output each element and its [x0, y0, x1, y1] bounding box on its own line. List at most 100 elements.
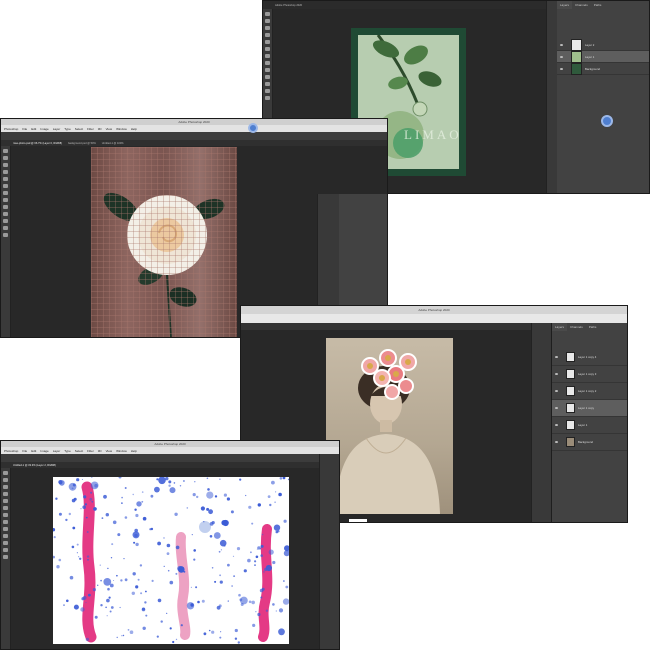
menu-bar[interactable]: Photoshop File Edit Image Layer Type Sel… — [1, 125, 387, 132]
tab-channels[interactable]: Channels — [567, 323, 586, 331]
eyedropper-tool-icon[interactable] — [3, 177, 8, 181]
collapsed-panel-strip[interactable] — [546, 1, 557, 193]
menu-3d[interactable]: 3D — [98, 127, 102, 131]
menu-edit[interactable]: Edit — [31, 127, 36, 131]
right-panels[interactable]: Layers Channels Paths Layer 2 Layer 1 Ba… — [556, 1, 649, 193]
menu-filter[interactable]: Filter — [87, 449, 94, 453]
tools-panel[interactable] — [1, 468, 11, 649]
document-canvas[interactable] — [326, 338, 453, 514]
menu-edit[interactable]: Edit — [31, 449, 36, 453]
menu-type[interactable]: Type — [64, 449, 71, 453]
layer-row[interactable]: Layer 1 copy 3 — [552, 366, 627, 383]
layer-row[interactable]: Layer 1 copy — [552, 400, 627, 417]
document-tab[interactable]: background.psd @ 50% — [68, 142, 96, 145]
document-tab[interactable]: Untitled-1 @ 100% — [102, 142, 124, 145]
menu-layer[interactable]: Layer — [53, 449, 61, 453]
zoom-tool-icon[interactable] — [3, 233, 8, 237]
menu-bar[interactable]: Photoshop File Edit Image Layer Type Sel… — [1, 447, 339, 454]
brush-tool-icon[interactable] — [3, 506, 8, 510]
hand-tool-icon[interactable] — [3, 548, 8, 552]
menu-view[interactable]: View — [106, 449, 112, 453]
menu-image[interactable]: Image — [40, 449, 48, 453]
move-tool-icon[interactable] — [3, 471, 8, 475]
pen-tool-icon[interactable] — [3, 541, 8, 545]
crop-tool-icon[interactable] — [3, 170, 8, 174]
pen-tool-icon[interactable] — [265, 82, 270, 86]
tab-layers[interactable]: Layers — [552, 323, 568, 331]
text-tool-icon[interactable] — [3, 534, 8, 538]
layer-row[interactable]: Background — [552, 434, 627, 451]
eye-icon[interactable] — [555, 373, 558, 375]
menu-layer[interactable]: Layer — [53, 127, 61, 131]
document-tab[interactable]: Adobe Photoshop 2020 — [275, 4, 302, 7]
layer-row[interactable]: Layer 1 — [557, 50, 649, 63]
crop-tool-icon[interactable] — [3, 492, 8, 496]
document-canvas[interactable] — [53, 477, 289, 644]
pen-tool-icon[interactable] — [3, 219, 8, 223]
layer-row[interactable]: Layer 2 — [557, 38, 649, 51]
eyedropper-tool-icon[interactable] — [265, 40, 270, 44]
menu-filter[interactable]: Filter — [87, 127, 94, 131]
tools-panel[interactable] — [1, 146, 11, 337]
eye-icon[interactable] — [555, 424, 558, 426]
gradient-tool-icon[interactable] — [3, 527, 8, 531]
hand-tool-icon[interactable] — [3, 226, 8, 230]
eraser-tool-icon[interactable] — [3, 520, 8, 524]
eye-icon[interactable] — [560, 67, 563, 70]
menu-help[interactable]: Help — [131, 449, 137, 453]
collapsed-panel-strip[interactable] — [531, 323, 552, 522]
gradient-tool-icon[interactable] — [3, 205, 8, 209]
stamp-tool-icon[interactable] — [3, 513, 8, 517]
move-tool-icon[interactable] — [3, 149, 8, 153]
layer-row[interactable]: Layer 1 copy 2 — [552, 383, 627, 400]
marquee-tool-icon[interactable] — [3, 478, 8, 482]
eyedropper-tool-icon[interactable] — [3, 499, 8, 503]
eye-icon[interactable] — [555, 390, 558, 392]
menu-image[interactable]: Image — [40, 127, 48, 131]
menu-select[interactable]: Select — [75, 127, 83, 131]
marquee-tool-icon[interactable] — [265, 19, 270, 23]
menu-view[interactable]: View — [106, 127, 112, 131]
right-panels[interactable]: Layers Channels Paths Layer 1 copy 4 Lay… — [551, 323, 627, 522]
menu-file[interactable]: File — [22, 449, 27, 453]
tab-channels[interactable]: Channels — [572, 1, 591, 9]
document-tab-active[interactable]: rose-photo.psd @ 66.7% (Layer 0, RGB/8) — [13, 142, 62, 145]
eraser-tool-icon[interactable] — [265, 61, 270, 65]
zoom-tool-icon[interactable] — [3, 555, 8, 559]
menu-3d[interactable]: 3D — [98, 449, 102, 453]
menu-select[interactable]: Select — [75, 449, 83, 453]
panel-tab-row[interactable]: Layers Channels Paths — [552, 323, 627, 331]
eye-icon[interactable] — [555, 441, 558, 443]
layer-row[interactable]: Layer 1 — [552, 417, 627, 434]
menu-help[interactable]: Help — [131, 127, 137, 131]
panel-tab-row[interactable]: Layers Channels Paths — [557, 1, 649, 9]
brush-tool-icon[interactable] — [265, 47, 270, 51]
document-canvas[interactable] — [91, 147, 237, 337]
layer-row[interactable]: Background — [557, 62, 649, 75]
menu-photoshop[interactable]: Photoshop — [4, 127, 18, 131]
stamp-tool-icon[interactable] — [3, 191, 8, 195]
menu-file[interactable]: File — [22, 127, 27, 131]
text-tool-icon[interactable] — [3, 212, 8, 216]
hand-tool-icon[interactable] — [265, 89, 270, 93]
tab-layers[interactable]: Layers — [557, 1, 573, 9]
lasso-tool-icon[interactable] — [3, 485, 8, 489]
stamp-tool-icon[interactable] — [265, 54, 270, 58]
layer-row[interactable]: Layer 1 copy 4 — [552, 349, 627, 366]
menu-type[interactable]: Type — [64, 127, 71, 131]
eye-icon[interactable] — [555, 356, 558, 358]
menu-photoshop[interactable]: Photoshop — [4, 449, 18, 453]
text-tool-icon[interactable] — [265, 75, 270, 79]
tab-paths[interactable]: Paths — [590, 1, 605, 9]
move-tool-icon[interactable] — [265, 12, 270, 16]
lasso-tool-icon[interactable] — [265, 26, 270, 30]
lasso-tool-icon[interactable] — [3, 163, 8, 167]
eye-icon[interactable] — [560, 43, 563, 46]
tab-paths[interactable]: Paths — [585, 323, 600, 331]
zoom-tool-icon[interactable] — [265, 96, 270, 100]
marquee-tool-icon[interactable] — [3, 156, 8, 160]
crop-tool-icon[interactable] — [265, 33, 270, 37]
eraser-tool-icon[interactable] — [3, 198, 8, 202]
document-tab-bar[interactable]: Untitled-1 @ 33.3% (Layer 2, RGB/8) — [1, 462, 339, 468]
collapsed-panel-strip[interactable] — [319, 454, 339, 649]
